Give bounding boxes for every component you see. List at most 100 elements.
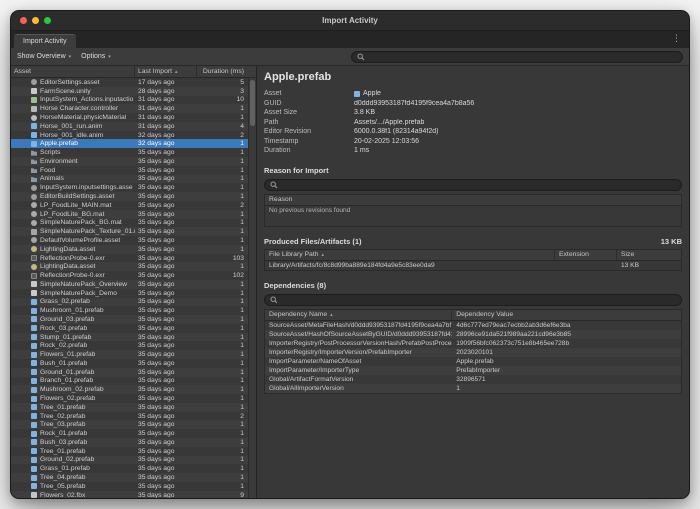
asset-row[interactable]: Ground_01.prefab 35 days ago 1 [11, 368, 256, 377]
asset-row[interactable]: InputSystem.inputsettings.asse 35 days a… [11, 183, 256, 192]
asset-duration: 1 [197, 175, 247, 182]
asset-row[interactable]: Animals 35 days ago 1 [11, 175, 256, 184]
column-header-extension[interactable]: Extension [555, 250, 617, 260]
asset-duration: 1 [197, 395, 247, 402]
asset-row[interactable]: Branch_01.prefab 35 days ago 1 [11, 377, 256, 386]
dependency-row[interactable]: SourceAsset/MetaFileHash/d0ddd93953187fd… [265, 321, 681, 330]
artifact-size: 13 KB [617, 262, 681, 269]
reason-search-row [264, 179, 682, 191]
asset-row[interactable]: Grass_01.prefab 35 days ago 1 [11, 464, 256, 473]
asset-row[interactable]: SimpleNaturePack_Demo 35 days ago 1 [11, 289, 256, 298]
asset-row[interactable]: Tree_04.prefab 35 days ago 1 [11, 473, 256, 482]
asset-type-icon [31, 211, 37, 217]
column-header-asset[interactable]: Asset [11, 66, 135, 77]
asset-row[interactable]: Environment 35 days ago 1 [11, 157, 256, 166]
asset-row[interactable]: Rock_02.prefab 35 days ago 1 [11, 341, 256, 350]
options-dropdown[interactable]: Options ▾ [81, 53, 111, 60]
show-overview-dropdown[interactable]: Show Overview ▾ [17, 53, 71, 60]
dependency-row[interactable]: Global/ArtifactFormatVersion 32896571 [265, 375, 681, 384]
close-button[interactable] [20, 17, 27, 24]
asset-row[interactable]: Mushroom_02.prefab 35 days ago 1 [11, 385, 256, 394]
kebab-menu-icon[interactable]: ⋮ [672, 34, 681, 43]
column-header-duration[interactable]: Duration (ms) [197, 66, 247, 77]
asset-row[interactable]: Bush_01.prefab 35 days ago 1 [11, 359, 256, 368]
dependency-row[interactable]: ImportParameter/ImporterType PrefabImpor… [265, 366, 681, 375]
asset-row[interactable]: LP_FoodLite_BG.mat 35 days ago 1 [11, 210, 256, 219]
asset-row[interactable]: InputSystem_Actions.inputactio 31 days a… [11, 96, 256, 105]
asset-duration: 2 [197, 202, 247, 209]
asset-row[interactable]: Tree_01.prefab 35 days ago 1 [11, 447, 256, 456]
asset-row[interactable]: Grass_02.prefab 35 days ago 1 [11, 298, 256, 307]
zoom-button[interactable] [44, 17, 51, 24]
reason-search[interactable] [264, 179, 682, 191]
column-header-last-import[interactable]: Last Import ▲ [135, 66, 197, 77]
asset-type-icon [31, 185, 37, 191]
asset-name: Tree_01.prefab [40, 448, 135, 455]
dependency-row[interactable]: Global/AllImporterVersion 1 [265, 384, 681, 393]
tab-import-activity[interactable]: Import Activity [14, 34, 76, 48]
asset-row[interactable]: SimpleNaturePack_Texture_01.n 35 days ag… [11, 227, 256, 236]
asset-row[interactable]: Horse_001_idle.anim 32 days ago 2 [11, 131, 256, 140]
column-header-file-library-path[interactable]: File Library Path ▲ [265, 250, 555, 260]
dependencies-search-input[interactable] [281, 296, 676, 303]
asset-type-icon [31, 387, 37, 393]
dependency-row[interactable]: ImporterRegistry/PostProcessorVersionHas… [265, 339, 681, 348]
reason-search-input[interactable] [281, 181, 676, 188]
field-value: 1 ms [354, 147, 369, 154]
asset-last-import: 31 days ago [135, 96, 197, 103]
asset-row[interactable]: Food 35 days ago 1 [11, 166, 256, 175]
asset-row[interactable]: Flowers_02.prefab 35 days ago 1 [11, 394, 256, 403]
column-header-dependency-name[interactable]: Dependency Name ▲ [265, 310, 452, 320]
asset-row[interactable]: ReflectionProbe-0.exr 35 days ago 103 [11, 254, 256, 263]
asset-row[interactable]: Tree_05.prefab 35 days ago 1 [11, 482, 256, 491]
asset-row[interactable]: Flowers_01.prefab 35 days ago 1 [11, 350, 256, 359]
asset-row[interactable]: LightingData.asset 35 days ago 1 [11, 262, 256, 271]
produced-row[interactable]: Library/Artifacts/fc/8c8d99ba889e184fd4a… [265, 261, 681, 270]
asset-row[interactable]: EditorSettings.asset 17 days ago 5 [11, 78, 256, 87]
asset-name: Animals [40, 175, 135, 182]
scrollbar[interactable] [248, 78, 256, 498]
column-label: Last Import [138, 68, 172, 75]
dependency-row[interactable]: ImportParameter/NameOfAsset Apple.prefab [265, 357, 681, 366]
asset-row[interactable]: Tree_03.prefab 35 days ago 1 [11, 420, 256, 429]
column-header-reason[interactable]: Reason [265, 195, 681, 205]
asset-row[interactable]: FarmScene.unity 28 days ago 3 [11, 87, 256, 96]
asset-row[interactable]: Horse Character.controller 31 days ago 1 [11, 104, 256, 113]
column-header-dependency-value[interactable]: Dependency Value [452, 310, 681, 320]
asset-row[interactable]: Bush_03.prefab 35 days ago 1 [11, 438, 256, 447]
asset-row[interactable]: LightingData.asset 35 days ago 1 [11, 245, 256, 254]
toolbar-search[interactable] [351, 51, 683, 63]
asset-row[interactable]: Stump_01.prefab 35 days ago 1 [11, 333, 256, 342]
window-title: Import Activity [11, 16, 689, 25]
asset-row[interactable]: ReflectionProbe-0.exr 35 days ago 102 [11, 271, 256, 280]
asset-name: Apple.prefab [40, 140, 135, 147]
scrollbar-thumb[interactable] [250, 80, 255, 126]
asset-row[interactable]: EditorBuildSettings.asset 35 days ago 1 [11, 192, 256, 201]
title-bar[interactable]: Import Activity [11, 11, 689, 31]
asset-name: HorseMaterial.physicMaterial [40, 114, 135, 121]
column-header-size[interactable]: Size [617, 250, 681, 260]
asset-row[interactable]: Flowers_02.fbx 35 days ago 9 [11, 491, 256, 498]
asset-row[interactable]: DefaultVolumeProfile.asset 35 days ago 1 [11, 236, 256, 245]
toolbar-search-input[interactable] [368, 53, 677, 60]
asset-duration: 1 [197, 140, 247, 147]
asset-row[interactable]: Scripts 35 days ago 1 [11, 148, 256, 157]
minimize-button[interactable] [32, 17, 39, 24]
asset-row[interactable]: Ground_03.prefab 35 days ago 1 [11, 315, 256, 324]
asset-row[interactable]: Mushroom_01.prefab 35 days ago 1 [11, 306, 256, 315]
asset-row[interactable]: Tree_02.prefab 35 days ago 2 [11, 412, 256, 421]
dependencies-search[interactable] [264, 294, 682, 306]
asset-row[interactable]: SimpleNaturePack_Overview 35 days ago 1 [11, 280, 256, 289]
dependency-row[interactable]: ImporterRegistry/ImporterVersion/PrefabI… [265, 348, 681, 357]
asset-row[interactable]: HorseMaterial.physicMaterial 31 days ago… [11, 113, 256, 122]
asset-row[interactable]: Rock_03.prefab 35 days ago 1 [11, 324, 256, 333]
asset-row[interactable]: SimpleNaturePack_BG.mat 35 days ago 1 [11, 219, 256, 228]
asset-row[interactable]: LP_FoodLite_MAIN.mat 35 days ago 2 [11, 201, 256, 210]
dependency-row[interactable]: SourceAsset/HashOfSourceAssetByGUID/d0dd… [265, 330, 681, 339]
column-label: Extension [559, 251, 589, 258]
asset-row[interactable]: Apple.prefab 32 days ago 1 [11, 139, 256, 148]
asset-row[interactable]: Ground_02.prefab 35 days ago 1 [11, 456, 256, 465]
asset-row[interactable]: Rock_01.prefab 35 days ago 1 [11, 429, 256, 438]
asset-row[interactable]: Tree_01.prefab 35 days ago 1 [11, 403, 256, 412]
asset-row[interactable]: Horse_001_run.anim 31 days ago 4 [11, 122, 256, 131]
